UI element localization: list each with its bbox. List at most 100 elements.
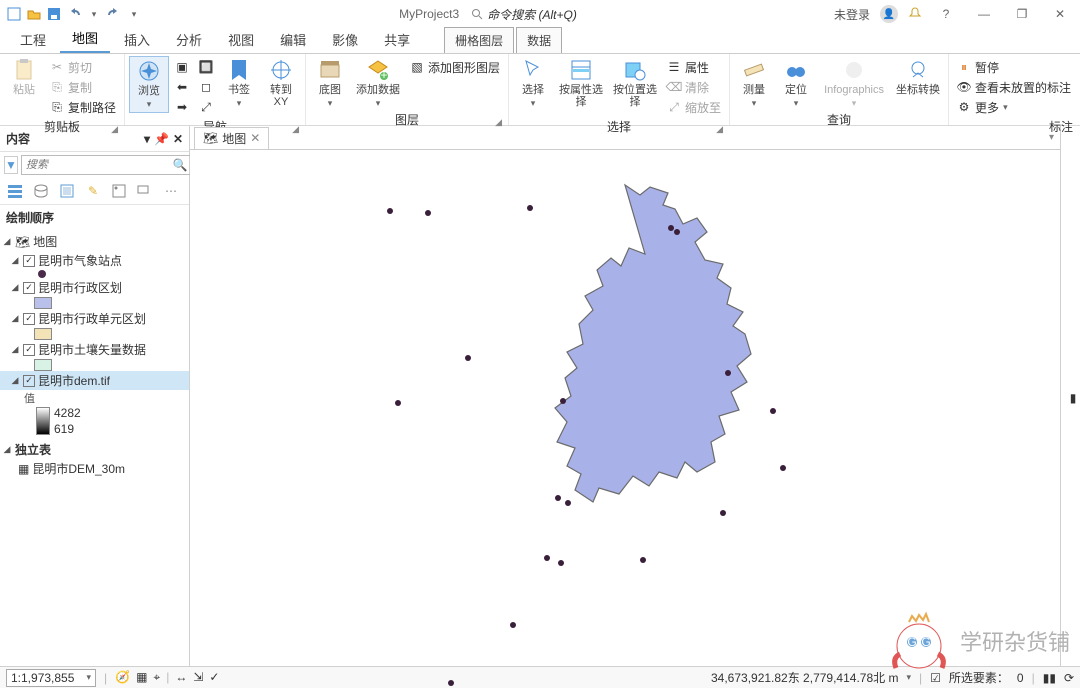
- bookmarks-button[interactable]: 书签 ▾: [219, 56, 259, 111]
- list-by-snapping-icon[interactable]: [110, 182, 128, 200]
- chevron-down-icon[interactable]: ▾: [376, 98, 381, 109]
- locate-button[interactable]: 定位 ▾: [776, 56, 816, 111]
- expand-icon[interactable]: ◢: [2, 444, 12, 455]
- login-status[interactable]: 未登录: [834, 6, 870, 23]
- layer-checkbox[interactable]: ✓: [23, 344, 35, 356]
- tab-analysis[interactable]: 分析: [164, 26, 214, 53]
- nav-zoom-layer-button[interactable]: 🔲: [197, 58, 215, 76]
- pause-labels-button[interactable]: ⏸暂停: [955, 58, 1073, 76]
- chevron-down-icon[interactable]: ▾: [794, 98, 799, 109]
- cut-button[interactable]: ✂剪切: [48, 58, 118, 76]
- layer-checkbox[interactable]: ✓: [23, 255, 35, 267]
- map-tabs-dropdown-icon[interactable]: ▾: [1049, 132, 1060, 143]
- expand-icon[interactable]: ◢: [10, 344, 20, 355]
- redo-dropdown-icon[interactable]: ▾: [126, 6, 142, 22]
- layer-node[interactable]: ◢ ✓ 昆明市气象站点: [0, 251, 189, 270]
- map-frame-node[interactable]: ◢ 🗺 地图: [0, 232, 189, 251]
- notification-bell-icon[interactable]: [908, 7, 922, 21]
- layer-node-selected[interactable]: ◢ ✓ 昆明市dem.tif: [0, 371, 189, 390]
- window-minimize-button[interactable]: —: [970, 4, 998, 24]
- chevron-down-icon[interactable]: ▾: [531, 98, 536, 109]
- redo-icon[interactable]: [106, 6, 122, 22]
- list-by-labeling-icon[interactable]: [136, 182, 154, 200]
- expand-icon[interactable]: ◢: [10, 375, 20, 386]
- attributes-button[interactable]: ☰属性: [665, 58, 723, 76]
- catalog-dock-strip[interactable]: ▮: [1060, 126, 1080, 666]
- chevron-down-icon[interactable]: ▾: [86, 672, 91, 683]
- command-search[interactable]: 命令搜索 (Alt+Q): [471, 6, 577, 23]
- expand-icon[interactable]: ◢: [2, 236, 12, 247]
- tab-imagery[interactable]: 影像: [320, 26, 370, 53]
- layer-node[interactable]: ◢ ✓ 昆明市行政区划: [0, 278, 189, 297]
- tab-map[interactable]: 地图: [60, 24, 110, 53]
- zoom-to-button[interactable]: ⤢缩放至: [665, 98, 723, 116]
- measure-button[interactable]: 测量 ▾: [734, 56, 774, 111]
- window-maximize-button[interactable]: ❐: [1008, 4, 1036, 24]
- search-icon[interactable]: 🔍: [173, 158, 188, 172]
- filter-icon[interactable]: ▼: [4, 156, 18, 174]
- select-by-attr-button[interactable]: 按属性选择: [555, 56, 607, 110]
- view-unplaced-button[interactable]: 👁查看未放置的标注: [955, 78, 1073, 96]
- coord-conv-button[interactable]: 坐标转换: [892, 56, 944, 98]
- add-data-button[interactable]: + 添加数据 ▾: [352, 56, 404, 111]
- more-labeling-button[interactable]: ⚙更多▾: [955, 98, 1073, 116]
- tab-share[interactable]: 共享: [372, 26, 422, 53]
- tab-insert[interactable]: 插入: [112, 26, 162, 53]
- list-by-selection-icon[interactable]: [58, 182, 76, 200]
- select-by-loc-button[interactable]: 按位置选择: [609, 56, 661, 110]
- rotation-icon[interactable]: 🧭: [115, 670, 130, 685]
- standalone-tables-node[interactable]: ◢ 独立表: [0, 440, 189, 459]
- open-project-icon[interactable]: [26, 6, 42, 22]
- tab-project[interactable]: 工程: [8, 26, 58, 53]
- chevron-down-icon[interactable]: ▾: [147, 99, 152, 110]
- nav-zoom-sel-button[interactable]: ◻: [197, 78, 215, 96]
- help-button[interactable]: ?: [932, 4, 960, 24]
- chevron-down-icon[interactable]: ▾: [328, 98, 333, 109]
- paste-button[interactable]: 粘贴: [4, 56, 44, 98]
- layer-checkbox[interactable]: ✓: [23, 375, 35, 387]
- copy-button[interactable]: ⎘复制: [48, 78, 118, 96]
- explore-button[interactable]: 浏览 ▾: [129, 56, 169, 113]
- infographics-button[interactable]: Infographics ▾: [818, 56, 890, 111]
- nav-fixed-zoom-button[interactable]: ⤢: [197, 98, 215, 116]
- contents-search[interactable]: 🔍 ▾: [21, 155, 201, 175]
- user-avatar-icon[interactable]: 👤: [880, 5, 898, 23]
- layer-node[interactable]: ◢ ✓ 昆明市行政单元区划: [0, 309, 189, 328]
- map-canvas[interactable]: [190, 150, 1060, 666]
- clear-selection-button[interactable]: ⌫清除: [665, 78, 723, 96]
- tab-view[interactable]: 视图: [216, 26, 266, 53]
- basemap-button[interactable]: 底图 ▾: [310, 56, 350, 111]
- layer-node[interactable]: ◢ ✓ 昆明市土壤矢量数据: [0, 340, 189, 359]
- close-tab-icon[interactable]: ✕: [250, 131, 260, 145]
- goto-xy-button[interactable]: 转到 XY: [261, 56, 301, 110]
- chevron-down-icon[interactable]: ▾: [852, 98, 857, 109]
- list-by-source-icon[interactable]: [32, 182, 50, 200]
- snap-icon[interactable]: ⌖: [153, 670, 160, 685]
- add-graphics-layer-button[interactable]: ▧添加图形图层: [408, 58, 502, 76]
- select-button[interactable]: 选择 ▾: [513, 56, 553, 111]
- layer-checkbox[interactable]: ✓: [23, 313, 35, 325]
- dialog-launcher-icon[interactable]: ◢: [111, 124, 118, 135]
- expand-icon[interactable]: ◢: [10, 282, 20, 293]
- nav-full-extent-button[interactable]: ▣: [173, 58, 191, 76]
- list-by-editing-icon[interactable]: ✎: [84, 182, 102, 200]
- grid-icon[interactable]: ▦: [136, 670, 147, 685]
- scale-input[interactable]: 1:1,973,855 ▾: [6, 669, 96, 687]
- contents-search-input[interactable]: [26, 159, 169, 171]
- layer-checkbox[interactable]: ✓: [23, 282, 35, 294]
- copy-path-button[interactable]: ⎘复制路径: [48, 98, 118, 116]
- nav-prev-button[interactable]: ⬅: [173, 78, 191, 96]
- expand-icon[interactable]: ◢: [10, 313, 20, 324]
- window-close-button[interactable]: ✕: [1046, 4, 1074, 24]
- tab-edit[interactable]: 编辑: [268, 26, 318, 53]
- chevron-down-icon[interactable]: ▾: [752, 98, 757, 109]
- context-tab-data[interactable]: 数据: [516, 27, 562, 53]
- list-by-drawing-icon[interactable]: [6, 182, 24, 200]
- new-project-icon[interactable]: [6, 6, 22, 22]
- chevron-down-icon[interactable]: ▾: [237, 98, 242, 109]
- table-node[interactable]: ▦ 昆明市DEM_30m: [0, 459, 189, 478]
- correction-icon[interactable]: ✓: [209, 670, 219, 685]
- map-view-tab[interactable]: 🗺 地图 ✕: [194, 127, 269, 149]
- expand-icon[interactable]: ◢: [10, 255, 20, 266]
- constraint-icon[interactable]: ↔: [175, 670, 187, 685]
